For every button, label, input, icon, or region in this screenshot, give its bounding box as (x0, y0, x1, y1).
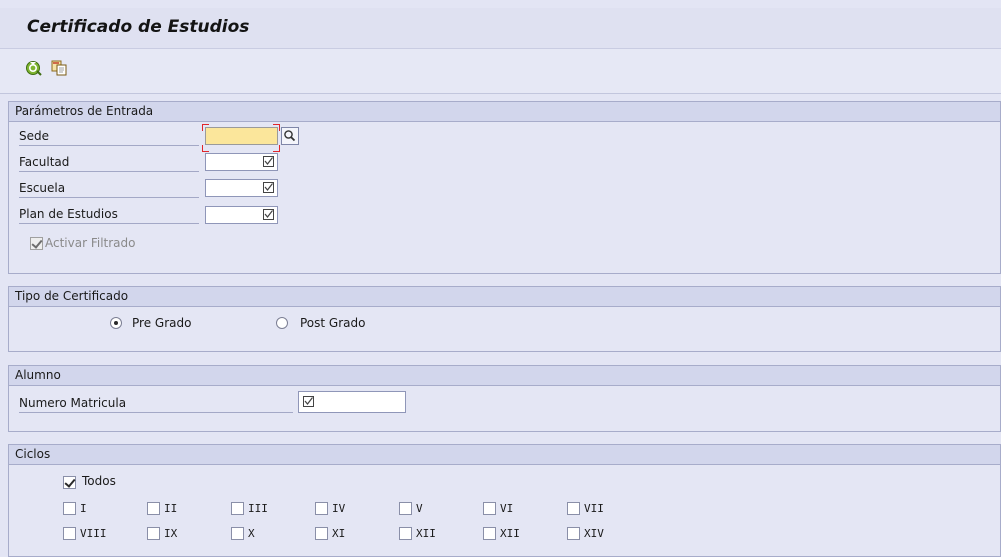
required-check-icon (263, 156, 274, 167)
cycle-label: IV (332, 502, 346, 515)
cycle-ii-checkbox[interactable] (147, 502, 160, 515)
cycle-label: V (416, 502, 423, 515)
cycle-label: VI (500, 502, 514, 515)
cycle-ix-checkbox[interactable] (147, 527, 160, 540)
cycle-vii-checkbox[interactable] (567, 502, 580, 515)
escuela-input[interactable] (205, 179, 278, 197)
label-plan-de-estudios: Plan de Estudios (19, 206, 199, 224)
cycle-label: III (248, 502, 268, 515)
cycle-label: I (80, 502, 87, 515)
cycle-label: XI (332, 527, 346, 540)
focus-marker (202, 124, 209, 131)
todos-label: Todos (82, 474, 116, 488)
required-check-icon (263, 209, 274, 220)
title-bar: Certificado de Estudios (0, 8, 1001, 49)
cycle-v-checkbox[interactable] (399, 502, 412, 515)
post-grado-radio[interactable] (276, 317, 288, 329)
facultad-input[interactable] (205, 153, 278, 171)
cycle-vi-checkbox[interactable] (483, 502, 496, 515)
post-grado-label: Post Grado (300, 316, 366, 330)
cycle-label: X (248, 527, 255, 540)
focus-marker (273, 145, 280, 152)
search-icon (284, 130, 296, 142)
execute-icon[interactable] (25, 59, 43, 77)
cycle-xiii-checkbox[interactable] (483, 527, 496, 540)
cycle-x-checkbox[interactable] (231, 527, 244, 540)
cycle-label: II (164, 502, 178, 515)
page-title: Certificado de Estudios (27, 17, 250, 37)
required-check-icon (303, 396, 314, 407)
cycle-viii-checkbox[interactable] (63, 527, 76, 540)
cycle-xiv-checkbox[interactable] (567, 527, 580, 540)
get-variant-icon[interactable] (50, 59, 68, 77)
todos-checkbox[interactable] (63, 476, 76, 489)
numero-matricula-input[interactable] (298, 391, 406, 413)
label-facultad: Facultad (19, 154, 199, 172)
search-help-button[interactable] (281, 127, 299, 145)
activar-filtrado-checkbox[interactable] (30, 237, 43, 250)
group-header: Parámetros de Entrada (9, 102, 1000, 122)
pre-grado-label: Pre Grado (132, 316, 192, 330)
cycle-label: XII (416, 527, 436, 540)
group-header: Tipo de Certificado (9, 287, 1000, 307)
cycle-iv-checkbox[interactable] (315, 502, 328, 515)
pre-grado-radio[interactable] (110, 317, 122, 329)
cycle-xii-checkbox[interactable] (399, 527, 412, 540)
cycle-label: XIV (584, 527, 604, 540)
activar-filtrado-label: Activar Filtrado (45, 236, 136, 250)
focus-marker (202, 145, 209, 152)
application-toolbar (0, 49, 1001, 94)
cycle-label: XII (500, 527, 520, 540)
label-numero-matricula: Numero Matricula (19, 395, 293, 413)
cycle-iii-checkbox[interactable] (231, 502, 244, 515)
label-escuela: Escuela (19, 180, 199, 198)
cycle-label: VII (584, 502, 604, 515)
label-sede: Sede (19, 128, 199, 146)
cycle-label: IX (164, 527, 178, 540)
cycle-label: VIII (80, 527, 107, 540)
plan-de-estudios-input[interactable] (205, 206, 278, 224)
sede-input[interactable] (205, 127, 278, 145)
focus-marker (273, 124, 280, 131)
group-header: Alumno (9, 366, 1000, 386)
cycle-xi-checkbox[interactable] (315, 527, 328, 540)
group-header: Ciclos (9, 445, 1000, 465)
required-check-icon (263, 182, 274, 193)
cycle-i-checkbox[interactable] (63, 502, 76, 515)
